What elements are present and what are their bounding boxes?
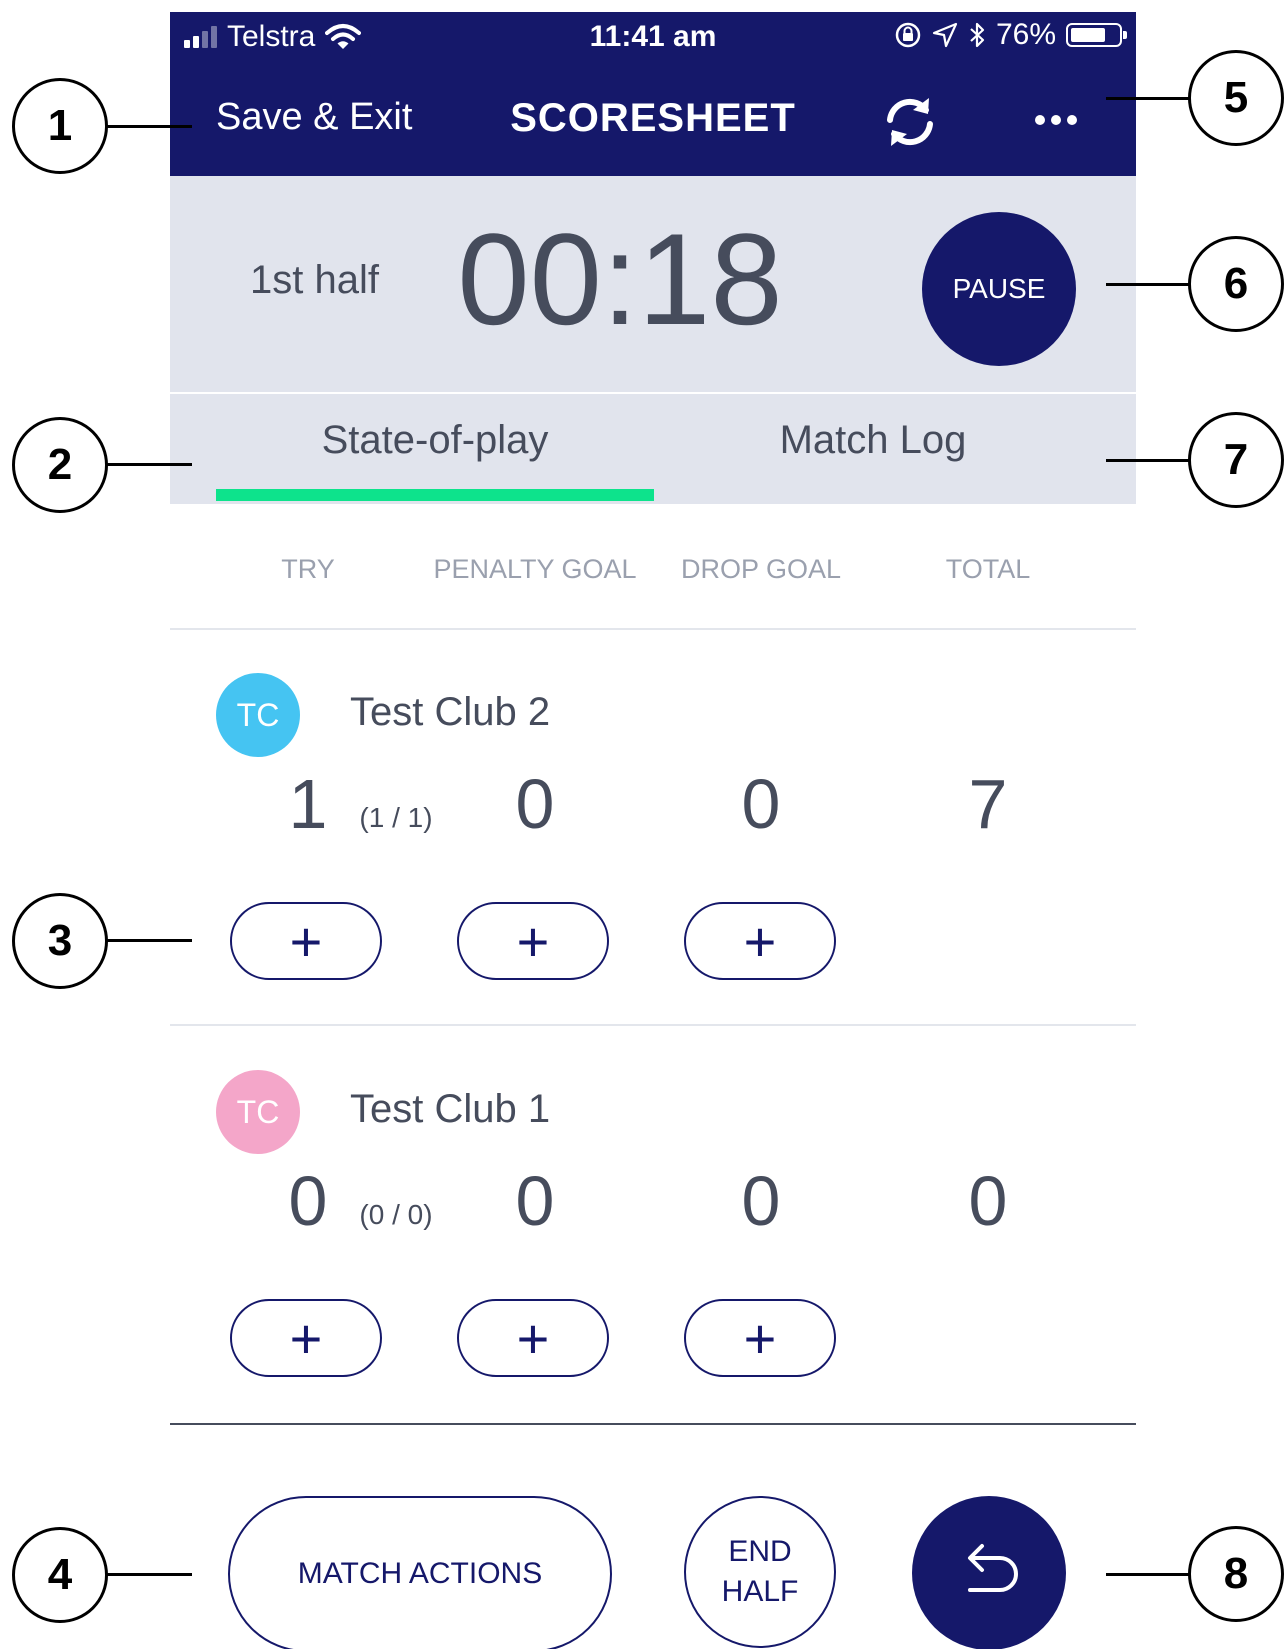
- callout-badge: 7: [1188, 412, 1284, 508]
- penalty-goal-score: 0: [515, 1162, 555, 1240]
- tab-state-of-play[interactable]: State-of-play: [216, 418, 654, 463]
- timer-panel: 1st half 00:18 PAUSE: [170, 176, 1136, 392]
- column-header-total: TOTAL: [945, 554, 1031, 584]
- undo-button[interactable]: [912, 1496, 1066, 1649]
- undo-icon: [968, 1544, 1018, 1592]
- total-score: 7: [968, 765, 1008, 843]
- match-actions-button[interactable]: MATCH ACTIONS: [228, 1496, 612, 1649]
- match-clock: 00:18: [457, 206, 783, 352]
- add-try-button[interactable]: +: [230, 1299, 382, 1377]
- callout-line: [1106, 283, 1194, 286]
- callout-line: [104, 939, 192, 942]
- app-screen: Telstra 11:41 am 76% Save & Exit SCORESH…: [170, 12, 1136, 1649]
- total-score: 0: [968, 1162, 1008, 1240]
- callout-line: [104, 1573, 192, 1576]
- callout-badge: 2: [12, 417, 108, 513]
- page-title: SCORESHEET: [510, 96, 796, 140]
- callout-line: [1106, 97, 1194, 100]
- add-try-button[interactable]: +: [230, 902, 382, 980]
- add-drop-goal-button[interactable]: +: [684, 902, 836, 980]
- callout-line: [1106, 459, 1194, 462]
- penalty-goal-score: 0: [515, 765, 555, 843]
- end-half-button[interactable]: END HALF: [684, 1496, 836, 1648]
- column-header-drop-goal: DROP GOAL: [680, 554, 842, 584]
- end-half-line-1: END: [728, 1535, 792, 1568]
- add-penalty-goal-button[interactable]: +: [457, 902, 609, 980]
- status-bar: Telstra 11:41 am 76%: [170, 12, 1136, 64]
- callout-line: [1106, 1573, 1194, 1576]
- orientation-lock-icon: [895, 22, 921, 48]
- sync-icon[interactable]: [882, 94, 938, 150]
- footer-divider: [170, 1423, 1136, 1425]
- bluetooth-icon: [970, 22, 985, 48]
- callout-line: [104, 463, 192, 466]
- callout-badge: 5: [1188, 50, 1284, 146]
- drop-goal-score: 0: [741, 765, 781, 843]
- callout-line: [104, 125, 192, 128]
- location-icon: [932, 22, 958, 48]
- tab-match-log[interactable]: Match Log: [654, 418, 1092, 463]
- more-icon[interactable]: [1028, 98, 1084, 142]
- battery-icon: [1066, 23, 1127, 47]
- status-right-group: 76%: [894, 18, 1127, 52]
- column-header-penalty-goal: PENALTY GOAL: [433, 554, 637, 584]
- battery-fill: [1071, 28, 1105, 42]
- team-name: Test Club 2: [350, 690, 551, 734]
- callout-badge: 1: [12, 78, 108, 174]
- battery-percentage: 76%: [995, 18, 1056, 51]
- callout-badge: 4: [12, 1527, 108, 1623]
- add-penalty-goal-button[interactable]: +: [457, 1299, 609, 1377]
- team-divider: [170, 1024, 1136, 1026]
- pause-button[interactable]: PAUSE: [922, 212, 1076, 366]
- team-name: Test Club 1: [350, 1087, 551, 1131]
- navigation-bar: Telstra 11:41 am 76% Save & Exit SCORESH…: [170, 12, 1136, 176]
- add-drop-goal-button[interactable]: +: [684, 1299, 836, 1377]
- conversion-count: (0 / 0): [359, 1199, 433, 1230]
- header-divider: [170, 628, 1136, 630]
- period-label: 1st half: [250, 258, 379, 302]
- end-half-line-2: HALF: [721, 1575, 799, 1608]
- callout-badge: 8: [1188, 1526, 1284, 1622]
- callout-badge: 3: [12, 893, 108, 989]
- active-tab-indicator: [216, 489, 654, 501]
- column-header-try: TRY: [281, 554, 335, 584]
- conversion-count: (1 / 1): [359, 802, 433, 833]
- drop-goal-score: 0: [741, 1162, 781, 1240]
- team-avatar: TC: [216, 673, 300, 757]
- callout-badge: 6: [1188, 236, 1284, 332]
- team-avatar: TC: [216, 1070, 300, 1154]
- tab-bar: State-of-play Match Log: [170, 394, 1136, 504]
